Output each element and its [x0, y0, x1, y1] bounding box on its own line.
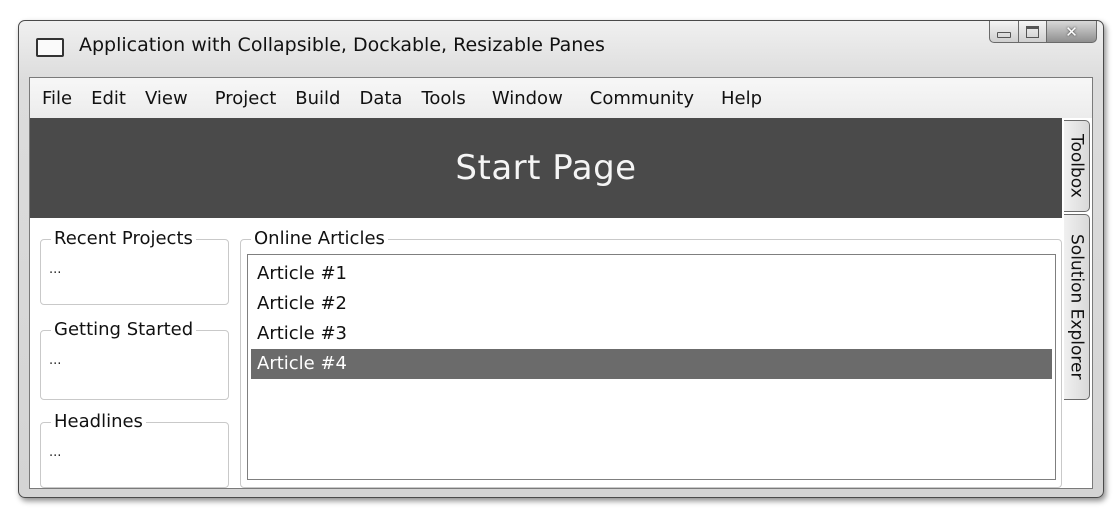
start-page-banner: Start Page: [30, 118, 1062, 218]
recent-projects-content: ...: [49, 262, 62, 277]
online-articles-label: Online Articles: [251, 228, 388, 249]
menu-build[interactable]: Build: [295, 88, 340, 109]
menu-community[interactable]: Community: [590, 88, 694, 109]
solution-explorer-tab-label: Solution Explorer: [1066, 234, 1087, 380]
menu-data[interactable]: Data: [359, 88, 402, 109]
toolbox-tab-label: Toolbox: [1066, 134, 1087, 198]
application-window: Application with Collapsible, Dockable, …: [18, 20, 1104, 498]
menu-tools[interactable]: Tools: [421, 88, 465, 109]
right-dock-bar: Toolbox Solution Explorer: [1062, 118, 1092, 488]
online-articles-list[interactable]: Article #1 Article #2 Article #3 Article…: [247, 254, 1056, 480]
start-page-pane: Start Page Recent Projects ... Getting S…: [30, 118, 1062, 488]
menu-project[interactable]: Project: [215, 88, 277, 109]
menu-edit[interactable]: Edit: [91, 88, 126, 109]
list-item[interactable]: Article #3: [251, 319, 1052, 349]
window-controls: ✕: [989, 21, 1097, 43]
list-item-selected[interactable]: Article #4: [251, 349, 1052, 379]
recent-projects-pane: Recent Projects ...: [40, 228, 229, 305]
headlines-label: Headlines: [51, 411, 146, 432]
headlines-pane: Headlines ...: [40, 411, 229, 488]
window-title: Application with Collapsible, Dockable, …: [79, 34, 605, 56]
menu-view[interactable]: View: [145, 88, 188, 109]
list-item[interactable]: Article #2: [251, 289, 1052, 319]
headlines-content: ...: [49, 445, 62, 460]
list-item[interactable]: Article #1: [251, 259, 1052, 289]
toolbox-tab[interactable]: Toolbox: [1064, 120, 1090, 212]
client-area: File Edit View Project Build Data Tools …: [29, 77, 1093, 489]
menu-file[interactable]: File: [42, 88, 72, 109]
maximize-button[interactable]: [1019, 21, 1047, 43]
title-bar[interactable]: Application with Collapsible, Dockable, …: [19, 21, 1103, 77]
menu-window[interactable]: Window: [492, 88, 563, 109]
menu-help[interactable]: Help: [721, 88, 762, 109]
maximize-icon: [1026, 25, 1039, 38]
close-button[interactable]: ✕: [1047, 21, 1097, 43]
menu-bar: File Edit View Project Build Data Tools …: [30, 78, 1092, 118]
recent-projects-label: Recent Projects: [51, 228, 196, 249]
window-icon: [36, 38, 64, 57]
minimize-icon: [997, 31, 1011, 38]
getting-started-content: ...: [49, 353, 62, 368]
getting-started-label: Getting Started: [51, 319, 197, 340]
start-page-title: Start Page: [455, 148, 637, 188]
online-articles-pane: Online Articles Article #1 Article #2 Ar…: [240, 228, 1062, 488]
solution-explorer-tab[interactable]: Solution Explorer: [1064, 214, 1090, 400]
close-icon: ✕: [1065, 22, 1078, 41]
minimize-button[interactable]: [989, 21, 1019, 43]
getting-started-pane: Getting Started ...: [40, 319, 229, 400]
